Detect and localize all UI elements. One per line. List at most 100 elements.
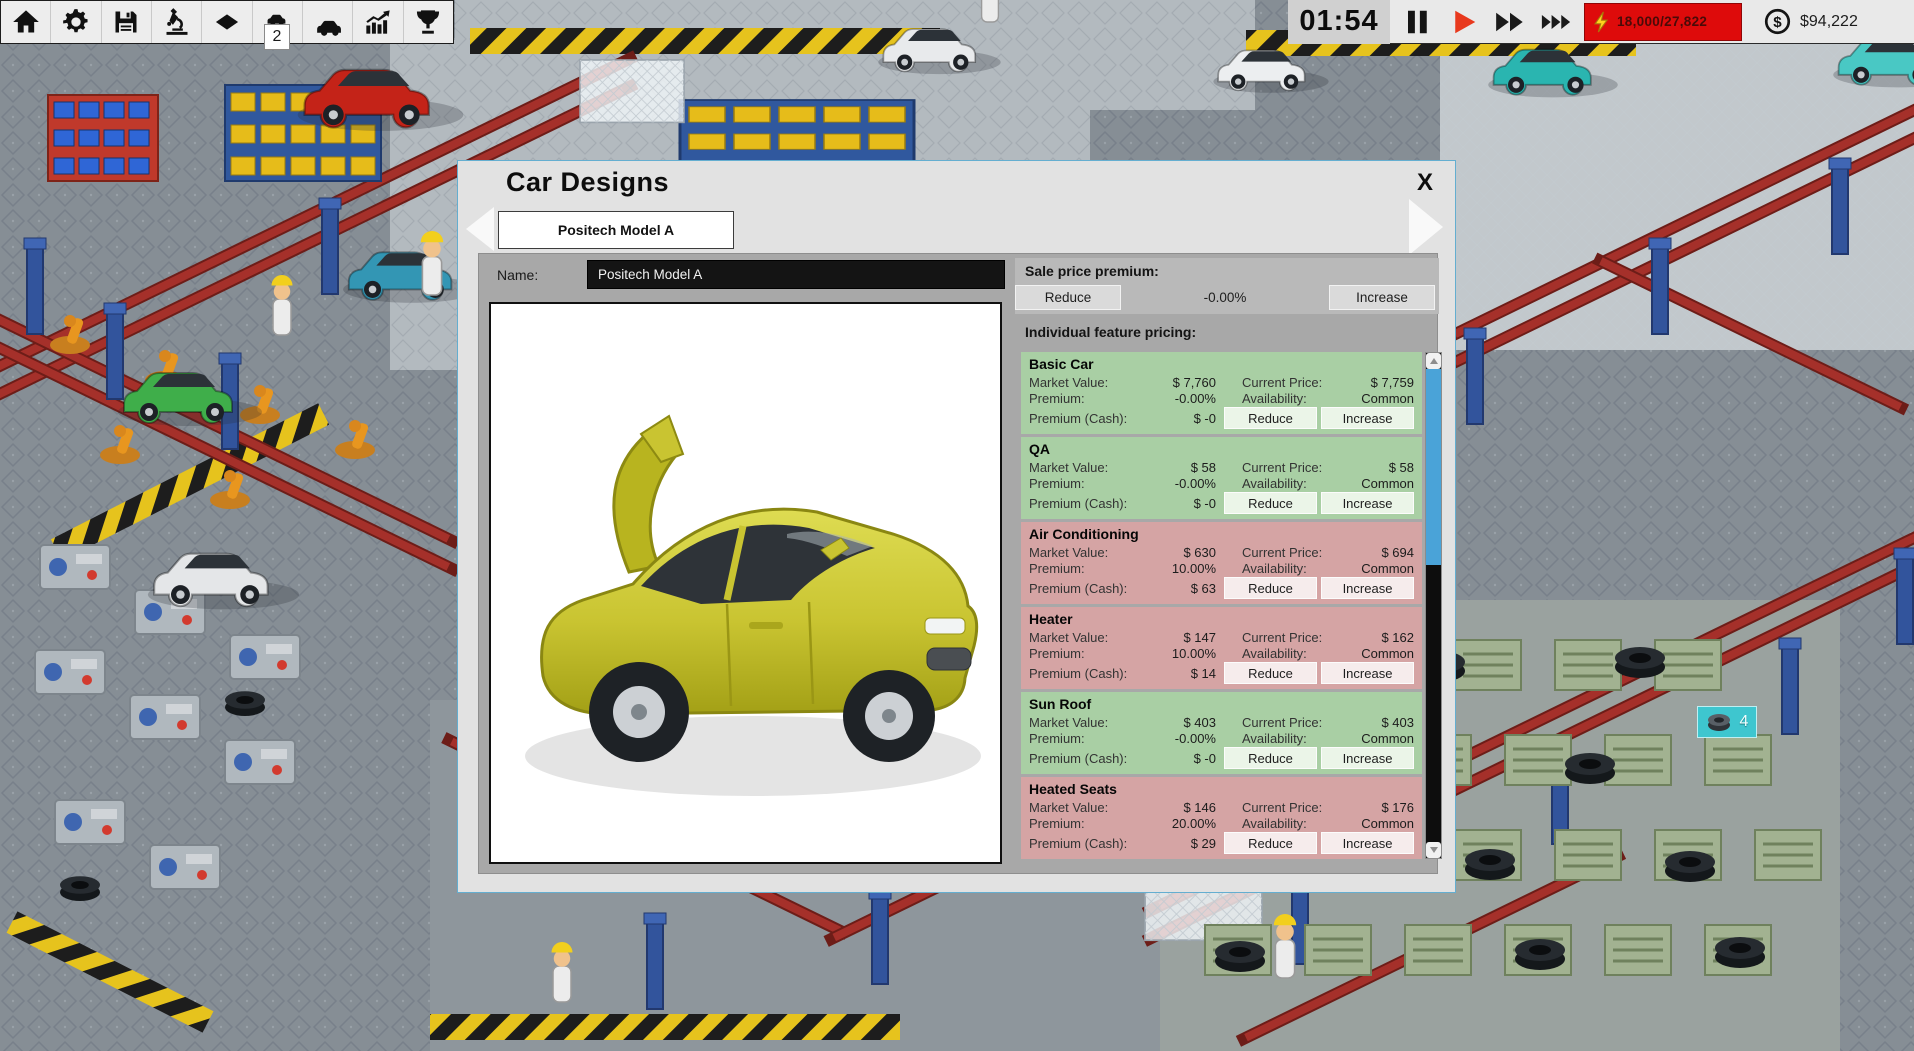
statistics-button[interactable] xyxy=(353,1,403,43)
availability-label: Availability: xyxy=(1242,816,1342,831)
availability-label: Availability: xyxy=(1242,731,1342,746)
sale-premium-panel: Sale price premium: Reduce -0.00% Increa… xyxy=(1015,258,1439,314)
premium-cash-value: $ -0 xyxy=(1154,411,1216,426)
premium-cash-label: Premium (Cash): xyxy=(1029,751,1154,766)
home-button[interactable] xyxy=(1,1,51,43)
scrollbar-thumb[interactable] xyxy=(1426,369,1441,565)
premium-label: Premium: xyxy=(1029,731,1154,746)
premium-cash-label: Premium (Cash): xyxy=(1029,666,1154,681)
sale-premium-reduce-button[interactable]: Reduce xyxy=(1015,285,1121,310)
achievements-button[interactable] xyxy=(404,1,453,43)
premium-value: -0.00% xyxy=(1154,476,1216,491)
current-price: $ 7,759 xyxy=(1342,375,1414,390)
premium-cash-label: Premium (Cash): xyxy=(1029,411,1154,426)
game-clock: 01:54 xyxy=(1288,0,1390,44)
car-icon xyxy=(314,8,342,36)
money-indicator[interactable]: $ $94,222 xyxy=(1764,8,1858,35)
main-toolbar xyxy=(0,0,454,44)
marketing-button[interactable] xyxy=(202,1,252,43)
premium-value: 10.00% xyxy=(1154,646,1216,661)
vehicle-count: 2 xyxy=(273,28,282,46)
feature-reduce-button[interactable]: Reduce xyxy=(1224,577,1317,599)
chart-icon xyxy=(364,8,392,36)
feature-card-heated-seats: Heated Seats Market Value:$ 146Current P… xyxy=(1021,777,1422,859)
diamond-icon xyxy=(213,8,241,36)
current-price: $ 58 xyxy=(1342,460,1414,475)
premium-cash-value: $ 14 xyxy=(1154,666,1216,681)
premium-label: Premium: xyxy=(1029,476,1154,491)
market-value-label: Market Value: xyxy=(1029,800,1154,815)
feature-increase-button[interactable]: Increase xyxy=(1321,832,1414,854)
feature-name: QA xyxy=(1029,441,1414,457)
feature-increase-button[interactable]: Increase xyxy=(1321,492,1414,514)
settings-button[interactable] xyxy=(51,1,101,43)
current-price-label: Current Price: xyxy=(1242,715,1342,730)
feature-name: Heater xyxy=(1029,611,1414,627)
research-button[interactable] xyxy=(152,1,202,43)
current-price-label: Current Price: xyxy=(1242,460,1342,475)
feature-scrollbar[interactable] xyxy=(1425,352,1442,859)
availability-label: Availability: xyxy=(1242,476,1342,491)
fastest-forward-button[interactable] xyxy=(1534,2,1578,42)
feature-increase-button[interactable]: Increase xyxy=(1321,577,1414,599)
feature-card-basic-car: Basic Car Market Value:$ 7,760Current Pr… xyxy=(1021,352,1422,434)
availability-label: Availability: xyxy=(1242,391,1342,406)
pause-button[interactable] xyxy=(1396,2,1440,42)
sale-premium-label: Sale price premium: xyxy=(1025,263,1159,279)
market-value: $ 146 xyxy=(1154,800,1216,815)
fastest-forward-icon xyxy=(1541,7,1571,37)
feature-name: Basic Car xyxy=(1029,356,1414,372)
factory-viewport[interactable]: 2 01:54 18,000/27,822 $ $94,222 xyxy=(0,0,1914,1051)
sale-premium-increase-button[interactable]: Increase xyxy=(1329,285,1435,310)
feature-reduce-button[interactable]: Reduce xyxy=(1224,492,1317,514)
speed-controls xyxy=(1390,2,1584,42)
feature-reduce-button[interactable]: Reduce xyxy=(1224,662,1317,684)
next-tab-arrow[interactable] xyxy=(1409,199,1443,255)
feature-increase-button[interactable]: Increase xyxy=(1321,407,1414,429)
scroll-up-arrow[interactable] xyxy=(1426,353,1441,369)
feature-reduce-button[interactable]: Reduce xyxy=(1224,747,1317,769)
feature-card-qa: QA Market Value:$ 58Current Price:$ 58 P… xyxy=(1021,437,1422,519)
current-price-label: Current Price: xyxy=(1242,545,1342,560)
feature-reduce-button[interactable]: Reduce xyxy=(1224,832,1317,854)
premium-label: Premium: xyxy=(1029,561,1154,576)
name-label: Name: xyxy=(497,267,538,283)
dialog-title: Car Designs xyxy=(506,167,669,198)
feature-reduce-button[interactable]: Reduce xyxy=(1224,407,1317,429)
fast-forward-button[interactable] xyxy=(1488,2,1532,42)
showroom-button[interactable] xyxy=(303,1,353,43)
premium-value: -0.00% xyxy=(1154,391,1216,406)
feature-card-heater: Heater Market Value:$ 147Current Price:$… xyxy=(1021,607,1422,689)
market-value-label: Market Value: xyxy=(1029,375,1154,390)
feature-increase-button[interactable]: Increase xyxy=(1321,662,1414,684)
premium-value: 20.00% xyxy=(1154,816,1216,831)
prev-tab-arrow[interactable] xyxy=(466,207,494,251)
play-button[interactable] xyxy=(1442,2,1486,42)
trophy-icon xyxy=(414,8,442,36)
scroll-down-arrow[interactable] xyxy=(1426,842,1441,858)
top-hud: 01:54 18,000/27,822 $ $94,222 xyxy=(1288,0,1914,44)
close-button[interactable]: X xyxy=(1413,167,1437,199)
power-indicator[interactable]: 18,000/27,822 xyxy=(1584,3,1742,41)
market-value-label: Market Value: xyxy=(1029,630,1154,645)
current-price-label: Current Price: xyxy=(1242,630,1342,645)
availability-value: Common xyxy=(1342,561,1414,576)
availability-value: Common xyxy=(1342,391,1414,406)
feature-name: Sun Roof xyxy=(1029,696,1414,712)
tab-positech-model-a[interactable]: Positech Model A xyxy=(498,211,734,249)
premium-cash-value: $ 29 xyxy=(1154,836,1216,851)
design-name-input[interactable] xyxy=(587,260,1005,289)
save-button[interactable] xyxy=(102,1,152,43)
market-value: $ 58 xyxy=(1154,460,1216,475)
car-illustration xyxy=(491,304,1000,862)
microscope-icon xyxy=(163,8,191,36)
car-preview xyxy=(489,302,1002,864)
premium-cash-label: Premium (Cash): xyxy=(1029,581,1154,596)
market-value-label: Market Value: xyxy=(1029,545,1154,560)
premium-cash-label: Premium (Cash): xyxy=(1029,496,1154,511)
fast-forward-icon xyxy=(1495,7,1525,37)
feature-increase-button[interactable]: Increase xyxy=(1321,747,1414,769)
dialog-content-panel: Name: xyxy=(478,253,1438,874)
market-value-label: Market Value: xyxy=(1029,715,1154,730)
money-value: $94,222 xyxy=(1800,13,1858,31)
